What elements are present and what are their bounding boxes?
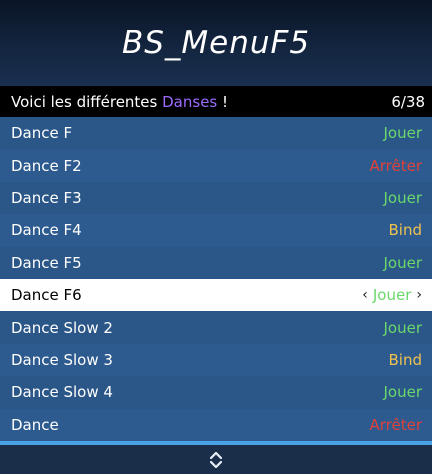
menu-item-label: Dance Slow 4 [11, 383, 113, 402]
menu-subtitle: Voici les différentes Danses ! [11, 93, 228, 111]
menu-item-selector: ‹ Jouer › [362, 286, 422, 304]
menu-item[interactable]: Dance F2 Arrêter [0, 149, 432, 182]
menu-item-label: Dance F2 [11, 156, 82, 175]
item-counter: 6/38 [391, 92, 425, 111]
menu-item-action: Jouer [383, 188, 422, 207]
menu-item[interactable]: Dance F5 Jouer [0, 246, 432, 279]
up-down-chevron-icon[interactable] [208, 450, 224, 470]
menu-item-action: Jouer [372, 286, 412, 305]
arrow-right-icon[interactable]: › [416, 287, 422, 303]
menu-banner: BS_MenuF5 [0, 0, 432, 86]
menu-item[interactable]: Dance Arrêter [0, 408, 432, 441]
menu-item-action: Jouer [383, 253, 422, 272]
menu-footer[interactable] [0, 445, 432, 474]
arrow-left-icon[interactable]: ‹ [362, 287, 368, 303]
menu-item-action: Arrêter [369, 415, 422, 434]
menu-items: Dance F Jouer Dance F2 Arrêter Dance F3 … [0, 117, 432, 441]
subtitle-accent: Danses [162, 92, 218, 111]
menu-item-label: Dance F [11, 124, 73, 143]
menu-item-label: Dance F4 [11, 221, 82, 240]
menu-item-selected[interactable]: Dance F6 ‹ Jouer › [0, 278, 432, 312]
menu-item[interactable]: Dance Slow 2 Jouer [0, 311, 432, 344]
menu-item-label: Dance Slow 3 [11, 350, 113, 369]
menu-item-label: Dance F5 [11, 253, 82, 272]
menu: BS_MenuF5 Voici les différentes Danses !… [0, 0, 432, 474]
menu-item[interactable]: Dance F3 Jouer [0, 181, 432, 215]
menu-item-action: Jouer [383, 383, 422, 402]
menu-item[interactable]: Dance Slow 4 Jouer [0, 376, 432, 409]
subtitle-suffix: ! [217, 92, 229, 111]
menu-item[interactable]: Dance F Jouer [0, 117, 432, 150]
menu-item-action: Jouer [383, 318, 422, 337]
menu-item-label: Dance F6 [11, 286, 82, 305]
menu-item[interactable]: Dance Slow 3 Bind [0, 343, 432, 377]
menu-item-label: Dance F3 [11, 188, 82, 207]
menu-item-label: Dance Slow 2 [11, 318, 113, 337]
menu-item-action: Arrêter [369, 156, 422, 175]
subtitle-prefix: Voici les différentes [11, 92, 163, 111]
menu-item-action: Bind [388, 221, 423, 240]
menu-subtitle-bar: Voici les différentes Danses ! 6/38 [0, 86, 432, 117]
menu-title: BS_MenuF5 [121, 25, 311, 61]
menu-item-label: Dance [11, 415, 59, 434]
menu-item[interactable]: Dance F4 Bind [0, 214, 432, 247]
menu-item-action: Jouer [383, 124, 422, 143]
menu-item-action: Bind [388, 350, 423, 369]
